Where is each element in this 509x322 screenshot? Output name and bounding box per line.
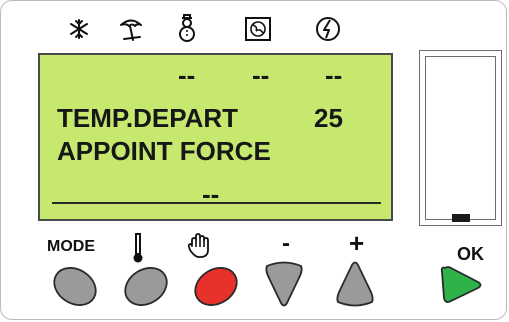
mode-button[interactable] <box>50 264 100 309</box>
thermometer-icon <box>133 233 143 263</box>
umbrella-icon <box>120 19 142 41</box>
side-compartment-notch <box>452 214 470 222</box>
lcd-display: -- -- -- TEMP.DEPART 25 APPOINT FORCE -- <box>38 53 393 221</box>
snowman-icon <box>179 14 195 42</box>
manual-override-button[interactable] <box>191 264 241 309</box>
top-dash-3: -- <box>325 60 343 90</box>
snowflake-icon <box>70 19 88 39</box>
side-compartment <box>419 50 502 226</box>
hand-icon <box>187 233 209 258</box>
side-compartment-inner <box>425 56 496 220</box>
parameter-label: TEMP.DEPART <box>57 103 239 133</box>
mode-label: MODE <box>47 238 95 255</box>
plus-label: + <box>349 228 365 258</box>
plus-button[interactable] <box>332 258 378 310</box>
lcd-divider <box>52 202 381 204</box>
top-dash-1: -- <box>178 60 196 90</box>
parameter-mode-label: APPOINT FORCE <box>57 136 271 166</box>
lightning-icon <box>316 17 340 41</box>
top-dash-2: -- <box>252 60 270 90</box>
fan-icon <box>245 17 271 41</box>
minus-button[interactable] <box>261 258 307 310</box>
minus-label: - <box>282 230 290 257</box>
temperature-button[interactable] <box>121 264 171 309</box>
ok-button[interactable] <box>436 260 486 310</box>
parameter-value: 25 <box>314 103 343 133</box>
